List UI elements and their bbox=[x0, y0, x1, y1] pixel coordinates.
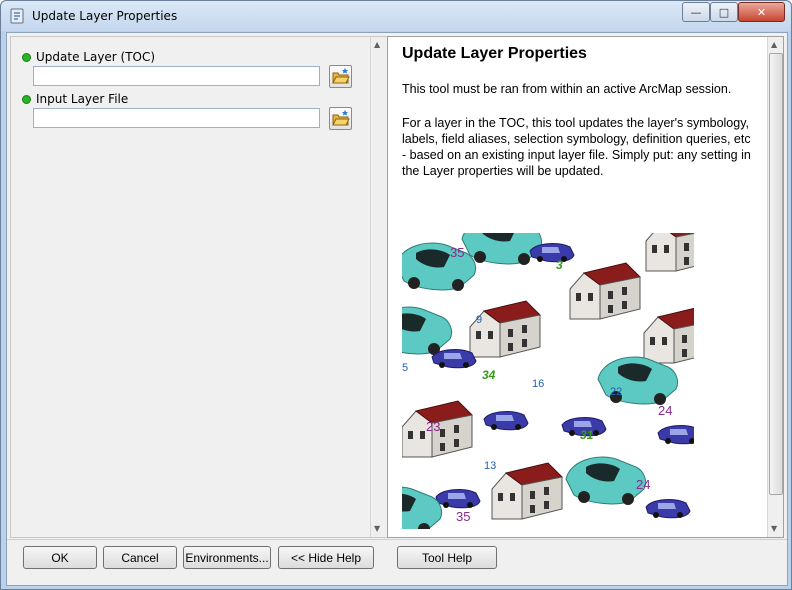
map-label: 23 bbox=[426, 419, 440, 434]
input-layer-file-input[interactable] bbox=[33, 108, 320, 128]
parameters-scrollbar[interactable]: ▲ ▼ bbox=[370, 37, 386, 537]
map-label: 13 bbox=[484, 460, 496, 472]
minimize-button[interactable]: — bbox=[682, 2, 710, 22]
parameters-pane: Update Layer (TOC) Input Layer File ▲ ▼ bbox=[10, 36, 388, 538]
house-illustration bbox=[569, 262, 641, 320]
update-layer-browse-button[interactable] bbox=[329, 65, 352, 88]
map-label: 9 bbox=[476, 314, 482, 326]
map-label: 16 bbox=[532, 378, 544, 390]
cancel-button[interactable]: Cancel bbox=[103, 546, 177, 569]
car-illustration bbox=[645, 499, 691, 519]
car-illustration bbox=[402, 486, 443, 529]
tool-help-button[interactable]: Tool Help bbox=[397, 546, 497, 569]
param-update-layer: Update Layer (TOC) bbox=[22, 50, 155, 64]
help-paragraph-2: For a layer in the TOC, this tool update… bbox=[402, 116, 751, 178]
scroll-down-icon[interactable]: ▼ bbox=[771, 524, 777, 533]
map-label: 24 bbox=[636, 477, 650, 492]
house-illustration bbox=[491, 462, 563, 520]
car-illustration bbox=[483, 411, 529, 431]
param-input-layer-file: Input Layer File bbox=[22, 92, 128, 106]
help-paragraph-1: This tool must be ran from within an act… bbox=[402, 82, 732, 96]
car-illustration bbox=[657, 425, 694, 445]
required-indicator-icon bbox=[22, 94, 31, 104]
tool-icon bbox=[10, 8, 24, 24]
maximize-icon: □ bbox=[718, 5, 730, 19]
scroll-up-icon[interactable]: ▲ bbox=[771, 40, 777, 49]
car-illustration bbox=[435, 489, 481, 509]
param-label: Update Layer (TOC) bbox=[36, 50, 156, 64]
divider bbox=[7, 539, 787, 540]
map-label: 35 bbox=[450, 245, 464, 260]
house-illustration bbox=[469, 300, 541, 358]
scroll-down-icon[interactable]: ▼ bbox=[374, 524, 380, 533]
house-illustration bbox=[645, 233, 694, 272]
scroll-up-icon[interactable]: ▲ bbox=[374, 40, 380, 49]
help-scrollbar[interactable]: ▲ ▼ bbox=[767, 37, 783, 537]
car-illustration bbox=[431, 349, 477, 369]
window-title: Update Layer Properties bbox=[32, 9, 178, 23]
house-illustration bbox=[643, 306, 694, 364]
folder-open-icon bbox=[332, 110, 350, 126]
car-illustration bbox=[529, 243, 575, 263]
help-illustration: 35 3 9 5 34 16 22 24 23 31 13 24 35 bbox=[402, 233, 694, 529]
dialog-window: Update Layer Properties — □ ✕ Update Lay… bbox=[0, 0, 792, 590]
help-pane: Update Layer Properties This tool must b… bbox=[387, 36, 784, 538]
ok-button[interactable]: OK bbox=[23, 546, 97, 569]
close-icon: ✕ bbox=[756, 5, 767, 19]
param-label: Input Layer File bbox=[36, 92, 129, 106]
map-label: 35 bbox=[456, 509, 470, 524]
maximize-button[interactable]: □ bbox=[710, 2, 738, 22]
title-bar[interactable]: Update Layer Properties — □ ✕ bbox=[1, 1, 791, 31]
environments-button[interactable]: Environments... bbox=[183, 546, 271, 569]
map-label: 34 bbox=[482, 368, 496, 382]
hide-help-button[interactable]: << Hide Help bbox=[278, 546, 374, 569]
map-label: 3 bbox=[556, 258, 563, 272]
map-label: 22 bbox=[610, 386, 622, 398]
required-indicator-icon bbox=[22, 52, 31, 62]
car-illustration bbox=[402, 242, 477, 292]
close-button[interactable]: ✕ bbox=[738, 2, 785, 22]
map-label: 31 bbox=[580, 428, 594, 442]
scroll-thumb[interactable] bbox=[769, 53, 783, 495]
folder-open-icon bbox=[332, 68, 350, 84]
car-illustration bbox=[565, 456, 647, 506]
update-layer-input[interactable] bbox=[33, 66, 320, 86]
map-label: 5 bbox=[402, 362, 408, 374]
minimize-icon: — bbox=[690, 5, 702, 19]
help-title: Update Layer Properties bbox=[402, 45, 587, 62]
dialog-client: Update Layer (TOC) Input Layer File ▲ ▼ … bbox=[6, 32, 788, 586]
car-illustration bbox=[402, 306, 453, 356]
map-label: 24 bbox=[658, 403, 672, 418]
input-layer-file-browse-button[interactable] bbox=[329, 107, 352, 130]
